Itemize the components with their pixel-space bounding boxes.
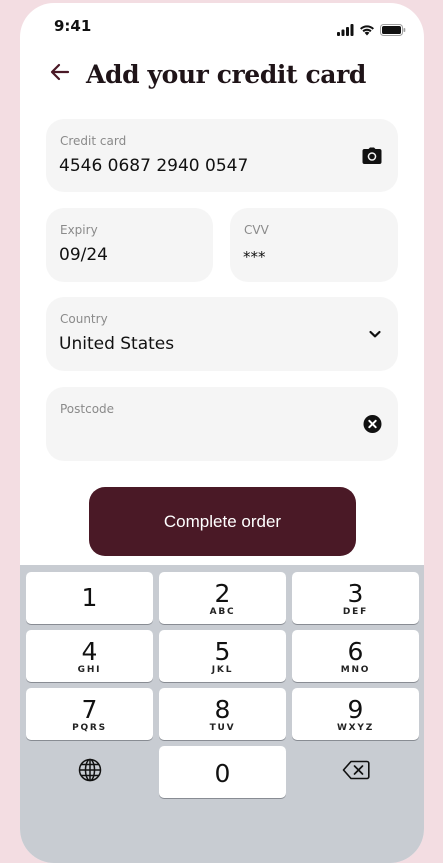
globe-key[interactable] bbox=[26, 746, 153, 798]
country-value: United States bbox=[59, 334, 175, 354]
signal-icon bbox=[337, 21, 354, 40]
key-number: 0 bbox=[214, 759, 231, 788]
key-letters: ABC bbox=[209, 607, 236, 617]
key-6[interactable]: 6 MNO bbox=[292, 630, 419, 682]
cvv-field[interactable]: CVV *** bbox=[230, 208, 398, 282]
key-number: 8 bbox=[214, 695, 231, 724]
page-title: Add your credit card bbox=[86, 59, 366, 89]
credit-card-label: Credit card bbox=[60, 134, 127, 148]
key-4[interactable]: 4 GHI bbox=[26, 630, 153, 682]
postcode-field[interactable]: Postcode bbox=[46, 387, 398, 461]
back-arrow-icon bbox=[50, 63, 70, 85]
key-1[interactable]: 1 bbox=[26, 572, 153, 624]
key-5[interactable]: 5 JKL bbox=[159, 630, 286, 682]
globe-icon bbox=[78, 758, 102, 786]
country-select[interactable]: Country United States bbox=[46, 297, 398, 371]
key-number: 4 bbox=[81, 637, 98, 666]
complete-order-button[interactable]: Complete order bbox=[89, 487, 356, 556]
cvv-label: CVV bbox=[244, 223, 269, 237]
key-8[interactable]: 8 TUV bbox=[159, 688, 286, 740]
status-bar: 9:41 bbox=[54, 17, 406, 41]
status-time: 9:41 bbox=[54, 17, 92, 35]
key-letters: GHI bbox=[77, 665, 102, 675]
backspace-icon bbox=[342, 760, 370, 784]
chevron-down-icon[interactable] bbox=[368, 329, 382, 339]
key-letters: DEF bbox=[342, 607, 369, 617]
key-number: 3 bbox=[347, 579, 364, 608]
expiry-value: 09/24 bbox=[59, 245, 108, 265]
key-number: 6 bbox=[347, 637, 364, 666]
key-number: 5 bbox=[214, 637, 231, 666]
key-letters: PQRS bbox=[72, 723, 107, 733]
key-letters: TUV bbox=[209, 723, 236, 733]
header: Add your credit card bbox=[48, 53, 404, 95]
camera-icon[interactable] bbox=[362, 147, 382, 165]
postcode-label: Postcode bbox=[60, 402, 115, 416]
country-label: Country bbox=[60, 312, 108, 326]
key-2[interactable]: 2 ABC bbox=[159, 572, 286, 624]
key-0[interactable]: 0 bbox=[159, 746, 286, 798]
key-7[interactable]: 7 PQRS bbox=[26, 688, 153, 740]
expiry-field[interactable]: Expiry 09/24 bbox=[46, 208, 213, 282]
key-number: 7 bbox=[81, 695, 98, 724]
status-icons bbox=[337, 21, 406, 40]
wifi-icon bbox=[359, 21, 375, 40]
key-9[interactable]: 9 WXYZ bbox=[292, 688, 419, 740]
phone-frame: 9:41 Add your credit card Credit card 45… bbox=[20, 3, 424, 863]
credit-card-field[interactable]: Credit card 4546 0687 2940 0547 bbox=[46, 119, 398, 192]
expiry-label: Expiry bbox=[60, 223, 98, 237]
back-button[interactable] bbox=[48, 62, 72, 86]
key-letters: WXYZ bbox=[336, 723, 375, 733]
key-number: 1 bbox=[81, 583, 98, 612]
numeric-keyboard: 1 2 ABC 3 DEF 4 GHI 5 JKL 6 MNO 7 PQRS 8… bbox=[20, 565, 424, 863]
battery-icon bbox=[380, 21, 406, 40]
key-number: 9 bbox=[347, 695, 364, 724]
clear-icon[interactable] bbox=[363, 415, 382, 434]
key-letters: JKL bbox=[211, 665, 234, 675]
key-3[interactable]: 3 DEF bbox=[292, 572, 419, 624]
backspace-key[interactable] bbox=[292, 746, 419, 798]
credit-card-value: 4546 0687 2940 0547 bbox=[59, 156, 249, 176]
cvv-value: *** bbox=[243, 248, 266, 266]
key-number: 2 bbox=[214, 579, 231, 608]
key-letters: MNO bbox=[340, 665, 371, 675]
